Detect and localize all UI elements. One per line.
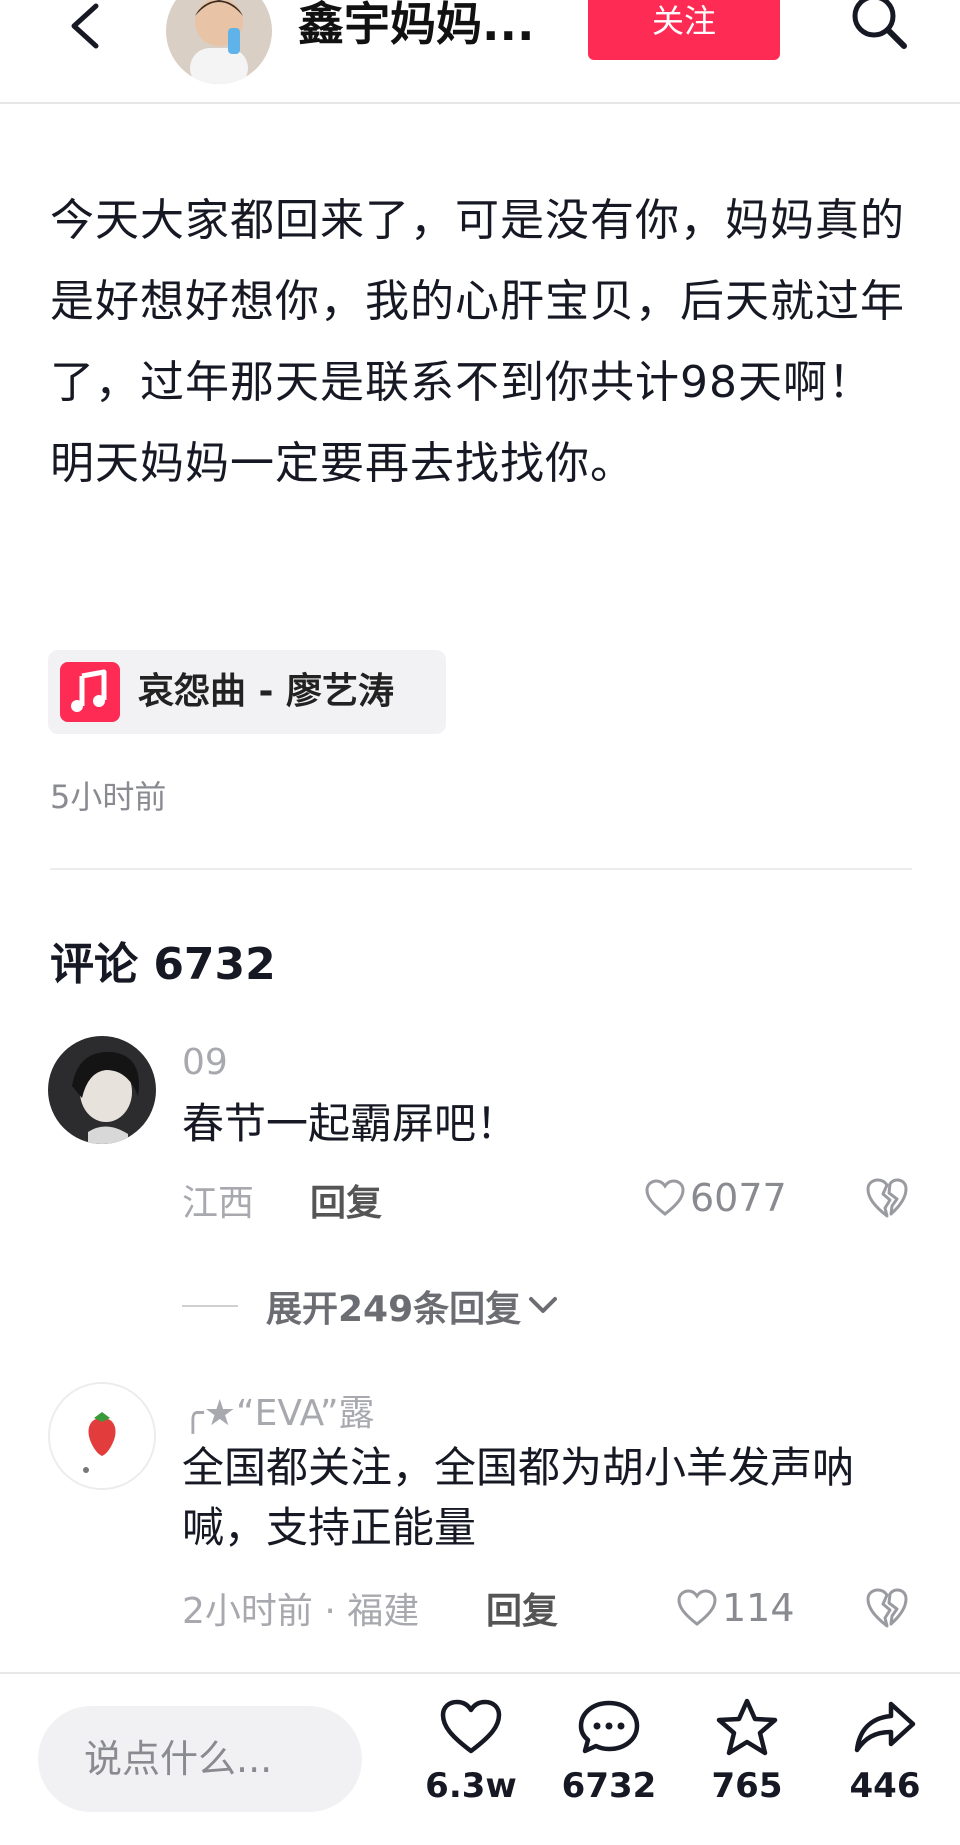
chevron-left-icon bbox=[71, 3, 99, 49]
reply-button[interactable]: 回复 bbox=[310, 1174, 382, 1226]
like-count: 6.3w bbox=[425, 1766, 517, 1806]
expand-replies-button[interactable]: 展开249条回复 bbox=[182, 1284, 561, 1330]
comment-time-location: 2小时前 · 福建 bbox=[182, 1591, 420, 1632]
broken-heart-icon bbox=[866, 1178, 908, 1218]
comment-like-count: 114 bbox=[722, 1586, 795, 1630]
expand-replies-label: 展开249条回复 bbox=[266, 1289, 522, 1330]
author-name[interactable]: 鑫宇妈妈... bbox=[298, 0, 568, 54]
broken-heart-icon bbox=[866, 1588, 908, 1628]
comment-item: ╭★“EVA”露 全国都关注，全国都为胡小羊发声呐喊，支持正能量 2小时前 · … bbox=[0, 1382, 960, 1642]
post-timestamp: 5小时前 bbox=[50, 778, 167, 816]
top-bar: 鑫宇妈妈... 关注 bbox=[0, 0, 960, 104]
comment-like-button[interactable]: 114 bbox=[676, 1586, 795, 1630]
expand-divider bbox=[182, 1305, 238, 1307]
music-title: 哀怨曲 - 廖艺涛 bbox=[138, 671, 395, 712]
comment-dislike-button[interactable] bbox=[864, 1176, 910, 1220]
chevron-down-icon bbox=[529, 1297, 558, 1313]
comment-like-button[interactable]: 6077 bbox=[644, 1176, 787, 1220]
search-icon bbox=[852, 0, 907, 49]
comment-location: 江西 bbox=[182, 1183, 255, 1224]
share-count: 446 bbox=[849, 1766, 921, 1806]
post-detail-page: 鑫宇妈妈... 关注 今天大家都回来了，可是没有你，妈妈真的是好想好想你，我的心… bbox=[0, 0, 960, 1845]
share-button[interactable]: 446 bbox=[830, 1698, 940, 1806]
heart-outline-icon bbox=[677, 1589, 717, 1626]
comment-text: 全国都关注，全国都为胡小羊发声呐喊，支持正能量 bbox=[182, 1443, 855, 1552]
divider bbox=[50, 868, 912, 870]
favorite-count: 765 bbox=[711, 1766, 783, 1806]
commenter-avatar[interactable] bbox=[48, 1036, 156, 1144]
comment-text: 春节一起霸屏吧！ bbox=[182, 1099, 519, 1148]
commenter-name[interactable]: ╭★“EVA”露 bbox=[182, 1384, 375, 1436]
music-note-icon bbox=[60, 662, 120, 722]
comment-item: 09 春节一起霸屏吧！ 江西 回复 6077 bbox=[0, 1036, 960, 1236]
commenter-name[interactable]: 09 bbox=[182, 1042, 228, 1083]
comment-dislike-button[interactable] bbox=[864, 1586, 910, 1630]
like-button[interactable]: 6.3w bbox=[416, 1698, 526, 1806]
star-icon bbox=[716, 1698, 778, 1756]
comment-button[interactable]: 6732 bbox=[554, 1698, 664, 1806]
comment-input[interactable]: 说点什么... bbox=[38, 1706, 362, 1812]
bottom-action-bar: 说点什么... 6.3w 6732 765 446 bbox=[0, 1672, 960, 1845]
share-arrow-icon bbox=[854, 1701, 916, 1753]
follow-button[interactable]: 关注 bbox=[588, 0, 780, 60]
heart-outline-icon bbox=[645, 1179, 685, 1216]
comment-count: 6732 bbox=[561, 1766, 657, 1806]
favorite-button[interactable]: 765 bbox=[692, 1698, 802, 1806]
post-caption: 今天大家都回来了，可是没有你，妈妈真的是好想好想你，我的心肝宝贝，后天就过年了，… bbox=[50, 195, 905, 489]
comments-heading: 评论 6732 bbox=[50, 939, 276, 990]
music-chip[interactable]: 哀怨曲 - 廖艺涛 bbox=[48, 650, 446, 734]
search-button[interactable] bbox=[844, 0, 914, 56]
comment-bubble-icon bbox=[578, 1700, 640, 1754]
heart-icon bbox=[440, 1699, 502, 1754]
back-button[interactable] bbox=[66, 0, 116, 60]
author-avatar[interactable] bbox=[166, 0, 272, 84]
reply-button[interactable]: 回复 bbox=[486, 1582, 558, 1634]
comment-like-count: 6077 bbox=[690, 1176, 787, 1220]
commenter-avatar[interactable] bbox=[48, 1382, 156, 1490]
